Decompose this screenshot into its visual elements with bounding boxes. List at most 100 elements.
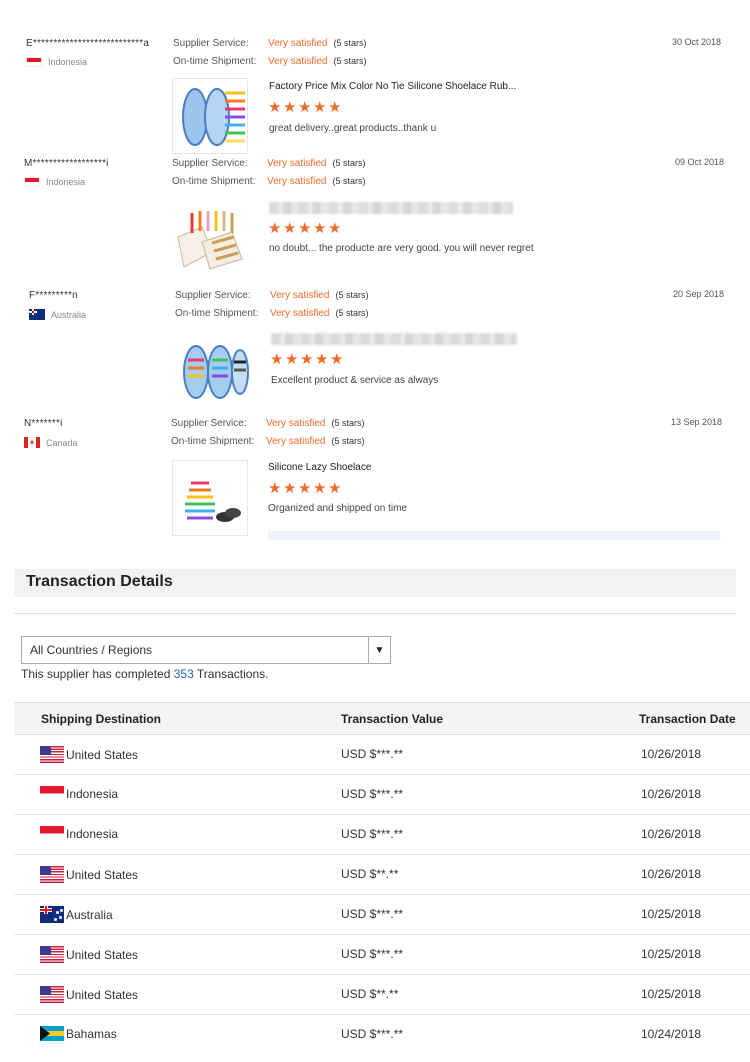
country-region-select[interactable]: All Countries / Regions ▼: [21, 636, 391, 664]
triangle-down-icon[interactable]: ▼: [368, 637, 390, 663]
star-icon: ★: [330, 350, 344, 368]
reviewer-country: Canada: [24, 437, 78, 448]
star-icon: ★: [328, 219, 342, 237]
supplier-service-rating: Supplier Service: Very satisfied (5 stars): [172, 158, 366, 169]
destination-cell: Indonesia: [40, 826, 118, 841]
rating-label: Supplier Service:: [175, 290, 251, 301]
table-row: United States USD $***.** 10/25/2018: [14, 935, 750, 975]
star-icon: ★: [328, 479, 342, 497]
destination-name: United States: [66, 747, 139, 762]
rating-stars-text: (5 stars): [331, 436, 365, 446]
table-row: United States USD $**.** 10/26/2018: [14, 855, 750, 895]
rating-value: Very satisfied: [266, 436, 326, 447]
table-row: Indonesia USD $***.** 10/26/2018: [14, 815, 750, 855]
destination-name: United States: [66, 947, 139, 962]
destination-cell: United States: [40, 866, 138, 883]
date-cell: 10/26/2018: [641, 867, 702, 881]
star-rating: ★ ★ ★ ★ ★: [268, 219, 342, 237]
rating-label: On-time Shipment:: [171, 436, 255, 447]
rating-stars-text: (5 stars): [332, 176, 366, 186]
date-cell: 10/24/2018: [641, 1027, 702, 1041]
bahamas-flag-icon: [40, 1026, 64, 1041]
star-icon: ★: [298, 219, 312, 237]
reviewer-name: E***************************a: [26, 38, 150, 49]
star-icon: ★: [315, 350, 329, 368]
review-item: N*******i Canada Supplier Service: Very s…: [0, 413, 750, 548]
star-icon: ★: [283, 479, 297, 497]
date-cell: 10/25/2018: [641, 947, 702, 961]
australia-flag-icon: [29, 309, 45, 320]
country-label: Indonesia: [46, 177, 86, 187]
star-icon: ★: [313, 479, 327, 497]
blurred-product-title: [271, 333, 517, 345]
review-comment: no doubt... the producte are very good. …: [269, 243, 534, 254]
rating-stars-text: (5 stars): [335, 290, 369, 300]
rating-stars-text: (5 stars): [333, 38, 367, 48]
column-header-destination: Shipping Destination: [41, 712, 161, 726]
destination-cell: Bahamas: [40, 1026, 117, 1041]
star-icon: ★: [298, 98, 312, 116]
star-icon: ★: [313, 219, 327, 237]
supplier-service-rating: Supplier Service: Very satisfied (5 stars): [175, 290, 369, 301]
country-label: Australia: [51, 309, 87, 320]
destination-name: Bahamas: [66, 1026, 117, 1041]
destination-cell: Indonesia: [40, 786, 118, 801]
shipment-rating: On-time Shipment: Very satisfied (5 stars): [172, 176, 366, 187]
value-cell: USD $**.**: [341, 867, 399, 881]
us-flag-icon: [40, 866, 64, 883]
review-comment: Excellent product & service as always: [271, 375, 439, 386]
product-thumbnail[interactable]: [172, 460, 248, 536]
value-cell: USD $***.**: [341, 947, 404, 961]
rating-value: Very satisfied: [268, 56, 328, 67]
supplier-service-rating: Supplier Service: Very satisfied (5 stars): [173, 38, 367, 49]
star-icon: ★: [285, 350, 299, 368]
table-row: United States USD $**.** 10/25/2018: [14, 975, 750, 1015]
reviewer-country: Indonesia: [24, 177, 85, 187]
star-icon: ★: [283, 219, 297, 237]
table-row: Bahamas USD $***.** 10/24/2018: [14, 1015, 750, 1055]
shipment-rating: On-time Shipment: Very satisfied (5 stars): [173, 56, 367, 67]
destination-cell: United States: [40, 946, 138, 963]
date-cell: 10/25/2018: [641, 987, 702, 1001]
column-header-value: Transaction Value: [341, 712, 444, 726]
product-thumbnail[interactable]: [172, 197, 248, 273]
rating-label: Supplier Service:: [171, 418, 247, 429]
product-title-link[interactable]: Silicone Lazy Shoelace: [268, 462, 371, 473]
product-thumbnail[interactable]: [174, 330, 250, 406]
star-icon: ★: [268, 479, 282, 497]
star-icon: ★: [268, 219, 282, 237]
column-header-date: Transaction Date: [639, 712, 736, 726]
indonesia-flag-icon: [40, 826, 64, 841]
transaction-details-header: Transaction Details: [14, 569, 736, 597]
reviewer-country: Indonesia: [26, 57, 87, 67]
shipment-rating: On-time Shipment: Very satisfied (5 stars): [175, 308, 369, 319]
rating-label: On-time Shipment:: [173, 56, 257, 67]
rating-value: Very satisfied: [266, 418, 326, 429]
star-icon: ★: [313, 98, 327, 116]
rating-label: Supplier Service:: [173, 38, 249, 49]
destination-cell: United States: [40, 746, 138, 763]
review-item: M******************i Indonesia Supplier …: [0, 150, 750, 285]
reviewer-country: Australia: [29, 309, 86, 320]
review-date: 30 Oct 2018: [672, 37, 722, 47]
review-item: F*********n Australia Supplier Service: V…: [0, 285, 750, 413]
value-cell: USD $***.**: [341, 827, 404, 841]
rating-value: Very satisfied: [270, 290, 330, 301]
rating-value: Very satisfied: [270, 308, 330, 319]
product-title-link[interactable]: Factory Price Mix Color No Tie Silicone …: [269, 81, 516, 92]
product-thumbnail[interactable]: [172, 78, 248, 154]
date-cell: 10/25/2018: [641, 907, 702, 921]
star-icon: ★: [268, 98, 282, 116]
value-cell: USD $***.**: [341, 747, 404, 761]
reviewer-name: N*******i: [24, 418, 63, 429]
value-cell: USD $***.**: [341, 907, 404, 921]
review-comment: Organized and shipped on time: [268, 503, 407, 514]
value-cell: USD $***.**: [341, 787, 404, 801]
transaction-count: 353: [173, 667, 194, 681]
us-flag-icon: [40, 746, 64, 763]
section-title: Transaction Details: [26, 573, 173, 590]
date-cell: 10/26/2018: [641, 747, 702, 761]
supplier-service-rating: Supplier Service: Very satisfied (5 stars): [171, 418, 365, 429]
rating-stars-text: (5 stars): [335, 308, 369, 318]
star-icon: ★: [328, 98, 342, 116]
